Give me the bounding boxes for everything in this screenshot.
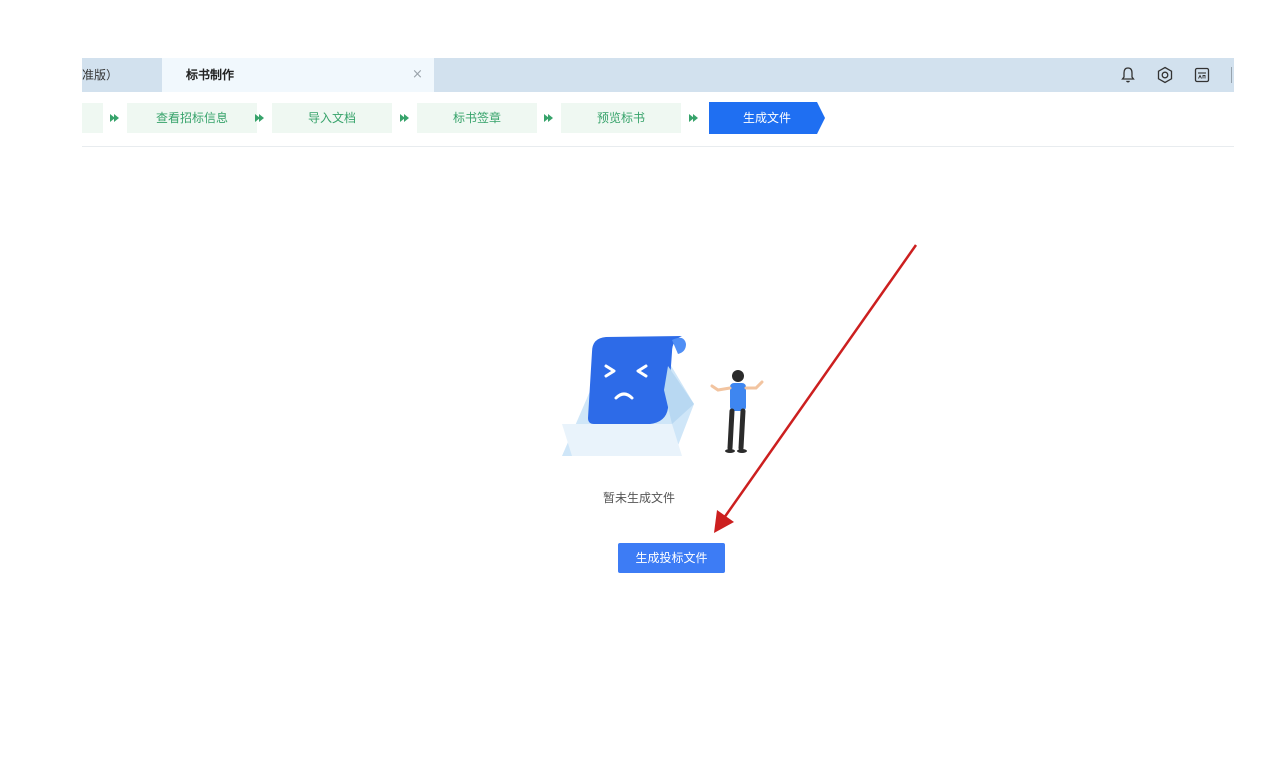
tab-previous[interactable]: 准版） — [82, 58, 152, 92]
step-arrow-icon — [689, 114, 698, 122]
tab-label: 标书制作 — [186, 68, 235, 82]
bell-icon[interactable] — [1118, 65, 1138, 85]
paper-curl-shape — [672, 337, 686, 354]
header-actions — [1110, 58, 1234, 92]
generate-bid-file-button[interactable]: 生成投标文件 — [618, 543, 725, 573]
step-label: 导入文档 — [307, 111, 356, 125]
tab-bid-making[interactable]: 标书制作 × — [162, 58, 434, 92]
step-arrow-icon — [110, 114, 119, 122]
box-front-shape — [562, 424, 682, 456]
step-import-document[interactable]: 导入文档 — [272, 103, 392, 133]
step-preview-bid[interactable]: 预览标书 — [561, 103, 681, 133]
step-label: 标书签章 — [452, 111, 501, 125]
tab-bar: 准版） 标书制作 × — [82, 58, 1234, 92]
arrow-head — [714, 510, 734, 533]
step-view-tender-info[interactable]: 查看招标信息 — [127, 103, 257, 133]
step-label: 查看招标信息 — [155, 111, 228, 125]
empty-state-message: 暂未生成文件 — [602, 491, 675, 505]
header-divider — [82, 146, 1234, 147]
person-figure — [710, 370, 764, 453]
step-arrow-icon — [544, 114, 553, 122]
step-bar: 查看招标信息 导入文档 标书签章 预览标书 生成文件 — [82, 102, 1234, 136]
tab-close-icon[interactable]: × — [412, 58, 423, 92]
header-separator — [1231, 67, 1232, 83]
step-arrow-icon — [255, 114, 264, 122]
step-label: 预览标书 — [596, 111, 645, 125]
step-generate-file[interactable]: 生成文件 — [709, 102, 825, 134]
step-arrow-icon — [400, 114, 409, 122]
settings-icon[interactable] — [1155, 65, 1175, 85]
step-previous[interactable] — [82, 103, 103, 133]
step-bid-signature[interactable]: 标书签章 — [417, 103, 537, 133]
tab-label: 准版） — [82, 68, 119, 82]
step-label: 生成文件 — [742, 111, 791, 125]
ca-certificate-icon[interactable] — [1192, 65, 1212, 85]
empty-document-illustration — [562, 336, 764, 456]
